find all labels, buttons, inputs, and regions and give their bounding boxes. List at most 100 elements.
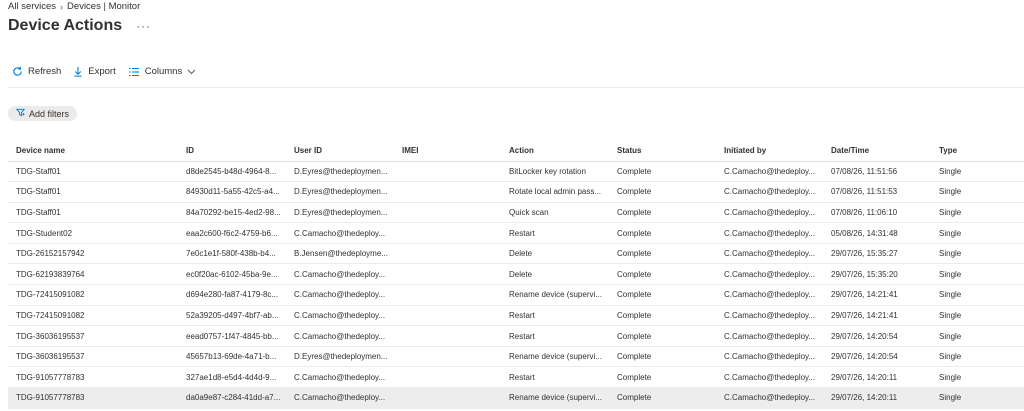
- imei-cell: [394, 243, 501, 265]
- column-header-user-id[interactable]: User ID: [286, 140, 394, 162]
- columns-label: Columns: [144, 66, 183, 77]
- column-header-status[interactable]: Status: [609, 140, 716, 162]
- device-name-cell: TDG-Staff01: [8, 161, 178, 183]
- more-options-button[interactable]: ···: [136, 20, 151, 32]
- page-title: Device Actions: [8, 17, 123, 34]
- user-id-cell: D.Eyres@thedeploymen...: [286, 346, 394, 368]
- id-cell: 52a39205-d497-4bf7-ab...: [178, 305, 286, 327]
- type-cell: Single: [931, 222, 1024, 244]
- user-id-cell: C.Camacho@thedeploy...: [286, 222, 394, 244]
- column-header-type[interactable]: Type: [931, 140, 1024, 162]
- table-row[interactable]: TDG-26152157942 7e0c1e1f-580f-438b-b4... B…: [8, 243, 1024, 265]
- filter-icon: [15, 108, 26, 119]
- column-header-id[interactable]: ID: [178, 140, 286, 162]
- device-name-cell: TDG-36036195537: [8, 346, 178, 368]
- table-row[interactable]: TDG-91057778783 327ae1d8-e5d4-4d4d-9... C.…: [8, 366, 1024, 389]
- breadcrumb: All services › Devices | Monitor: [8, 1, 140, 12]
- columns-list-icon: [128, 67, 140, 77]
- date-time-cell: 05/08/26, 14:31:48: [823, 222, 931, 244]
- user-id-cell: B.Jensen@thedeployme...: [286, 243, 394, 265]
- initiated-by-cell: C.Camacho@thedeploy...: [716, 202, 823, 224]
- initiated-by-cell: C.Camacho@thedeploy...: [716, 366, 823, 389]
- column-header-action[interactable]: Action: [501, 140, 609, 162]
- user-id-cell: C.Camacho@thedeploy...: [286, 366, 394, 389]
- id-cell: ec0f20ac-6102-45ba-9e...: [178, 263, 286, 286]
- device-name-cell: TDG-72415091082: [8, 305, 178, 327]
- table-row[interactable]: TDG-36036195537 45657b13-69de-4a71-b... D.…: [8, 346, 1024, 368]
- initiated-by-cell: C.Camacho@thedeploy...: [716, 263, 823, 286]
- status-cell: Complete: [609, 243, 716, 265]
- action-cell: Restart: [501, 325, 609, 347]
- device-name-cell: TDG-26152157942: [8, 243, 178, 265]
- device-name-cell: TDG-72415091082: [8, 284, 178, 306]
- device-name-cell: TDG-Student02: [8, 222, 178, 244]
- table-row[interactable]: TDG-72415091082 52a39205-d497-4bf7-ab... C…: [8, 305, 1024, 327]
- breadcrumb-separator: ›: [60, 1, 64, 12]
- id-cell: d694e280-fa87-4179-8c...: [178, 284, 286, 306]
- status-cell: Complete: [609, 325, 716, 347]
- initiated-by-cell: C.Camacho@thedeploy...: [716, 161, 823, 183]
- chevron-down-icon: [187, 69, 196, 75]
- device-name-cell: TDG-91057778783: [8, 366, 178, 389]
- imei-cell: [394, 387, 501, 409]
- imei-cell: [394, 325, 501, 347]
- id-cell: 327ae1d8-e5d4-4d4d-9...: [178, 366, 286, 389]
- table-row[interactable]: TDG-36036195537 eead0757-1f47-4845-bb... C…: [8, 325, 1024, 347]
- user-id-cell: C.Camacho@thedeploy...: [286, 387, 394, 409]
- type-cell: Single: [931, 305, 1024, 327]
- columns-button[interactable]: Columns: [128, 66, 197, 77]
- id-cell: da0a9e87-c284-41dd-a7...: [178, 387, 286, 409]
- imei-cell: [394, 202, 501, 224]
- type-cell: Single: [931, 161, 1024, 183]
- status-cell: Complete: [609, 263, 716, 286]
- table-row[interactable]: TDG-Student02 eaa2c600-f6c2-4759-b6... C.C…: [8, 222, 1024, 244]
- initiated-by-cell: C.Camacho@thedeploy...: [716, 305, 823, 327]
- column-header-imei[interactable]: IMEI: [394, 140, 501, 162]
- table-row[interactable]: TDG-Staff01 d8de2545-b48d-4964-8... D.Eyre…: [8, 161, 1024, 183]
- table-row[interactable]: TDG-Staff01 84930d11-5a55-42c5-a4... D.Eyr…: [8, 181, 1024, 203]
- device-actions-table: Device name ID User ID IMEI Action Statu…: [8, 140, 1024, 409]
- type-cell: Single: [931, 387, 1024, 409]
- user-id-cell: D.Eyres@thedeploymen...: [286, 181, 394, 203]
- date-time-cell: 29/07/26, 14:20:54: [823, 346, 931, 368]
- column-header-device-name[interactable]: Device name: [8, 140, 178, 162]
- type-cell: Single: [931, 346, 1024, 368]
- table-row[interactable]: TDG-62193839764 ec0f20ac-6102-45ba-9e... C…: [8, 263, 1024, 286]
- date-time-cell: 29/07/26, 14:20:11: [823, 366, 931, 389]
- type-cell: Single: [931, 263, 1024, 286]
- action-cell: Rename device (supervi...: [501, 284, 609, 306]
- status-cell: Complete: [609, 181, 716, 203]
- initiated-by-cell: C.Camacho@thedeploy...: [716, 222, 823, 244]
- refresh-button[interactable]: Refresh: [12, 66, 61, 77]
- imei-cell: [394, 161, 501, 183]
- breadcrumb-devices-monitor[interactable]: Devices | Monitor: [67, 1, 140, 12]
- id-cell: 7e0c1e1f-580f-438b-b4...: [178, 243, 286, 265]
- table-row[interactable]: TDG-91057778783 da0a9e87-c284-41dd-a7... C…: [8, 387, 1024, 409]
- type-cell: Single: [931, 181, 1024, 203]
- user-id-cell: D.Eyres@thedeploymen...: [286, 202, 394, 224]
- status-cell: Complete: [609, 222, 716, 244]
- action-cell: Delete: [501, 243, 609, 265]
- id-cell: 84930d11-5a55-42c5-a4...: [178, 181, 286, 203]
- date-time-cell: 29/07/26, 15:35:20: [823, 263, 931, 286]
- device-name-cell: TDG-Staff01: [8, 202, 178, 224]
- user-id-cell: C.Camacho@thedeploy...: [286, 263, 394, 286]
- status-cell: Complete: [609, 284, 716, 306]
- add-filters-button[interactable]: Add filters: [8, 106, 78, 121]
- table-row[interactable]: TDG-72415091082 d694e280-fa87-4179-8c... C…: [8, 284, 1024, 306]
- initiated-by-cell: C.Camacho@thedeploy...: [716, 387, 823, 409]
- add-filters-label: Add filters: [29, 108, 70, 119]
- table-row[interactable]: TDG-Staff01 84a70292-be15-4ed2-98... D.Eyr…: [8, 202, 1024, 224]
- id-cell: eaa2c600-f6c2-4759-b6...: [178, 222, 286, 244]
- date-time-cell: 29/07/26, 14:21:41: [823, 284, 931, 306]
- column-header-date-time[interactable]: Date/Time: [823, 140, 931, 162]
- user-id-cell: C.Camacho@thedeploy...: [286, 284, 394, 306]
- export-button[interactable]: Export: [73, 66, 116, 77]
- breadcrumb-all-services[interactable]: All services: [8, 1, 56, 12]
- id-cell: d8de2545-b48d-4964-8...: [178, 161, 286, 183]
- column-header-initiated-by[interactable]: Initiated by: [716, 140, 823, 162]
- action-cell: Rename device (supervi...: [501, 387, 609, 409]
- action-cell: Quick scan: [501, 202, 609, 224]
- user-id-cell: C.Camacho@thedeploy...: [286, 325, 394, 347]
- download-icon: [73, 66, 83, 77]
